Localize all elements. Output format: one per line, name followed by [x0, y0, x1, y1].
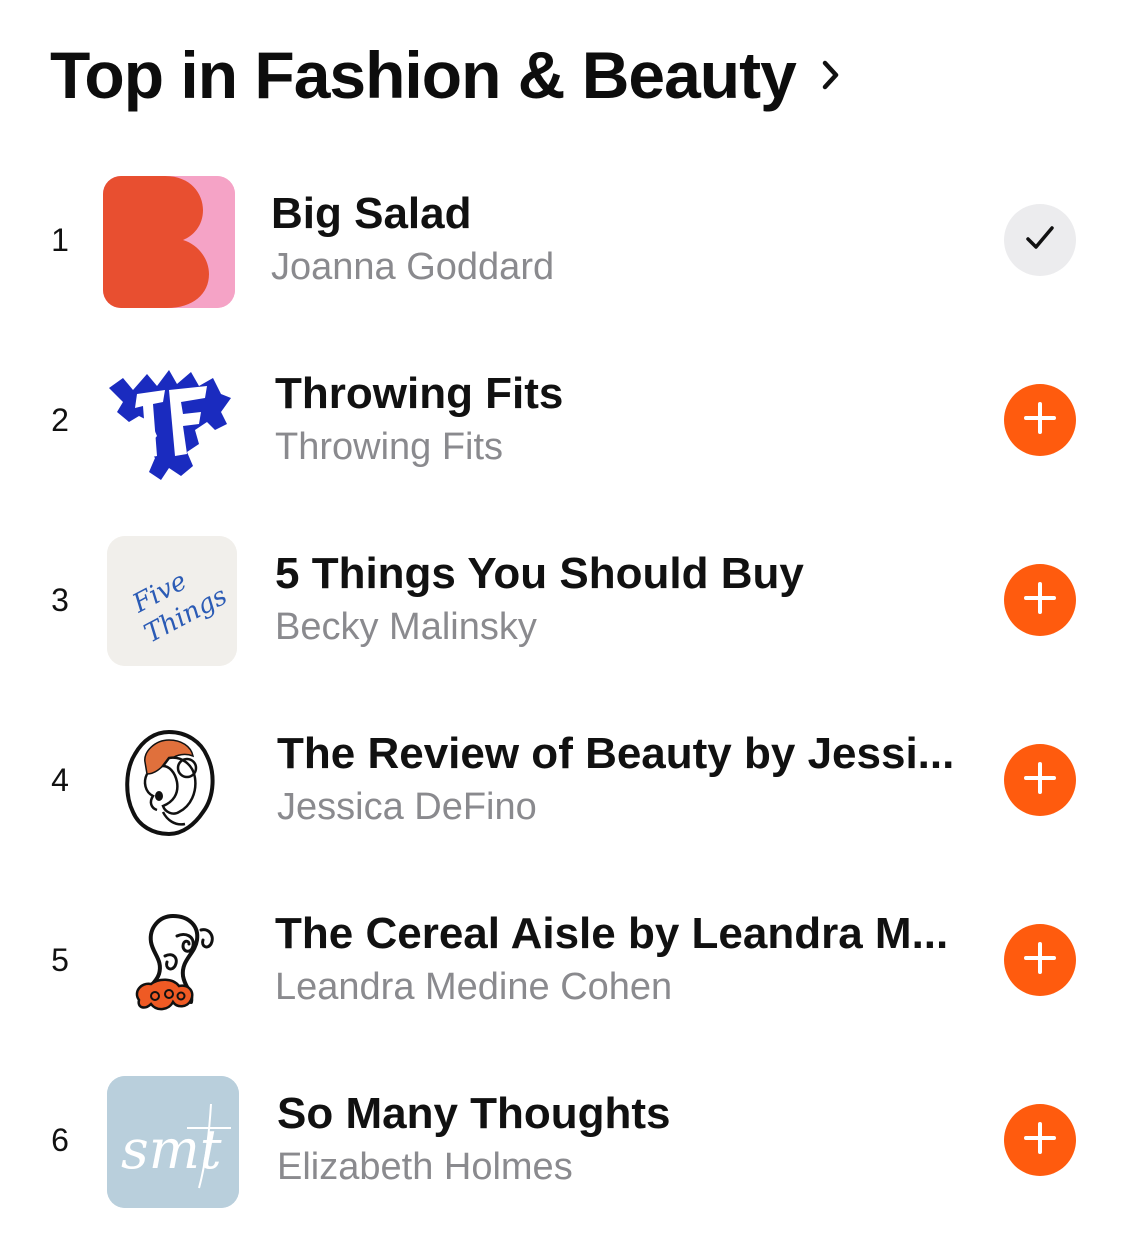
- checkmark-icon: [1022, 220, 1058, 261]
- follow-button[interactable]: [1004, 924, 1076, 996]
- item-text[interactable]: The Cereal Aisle by Leandra M... Leandra…: [275, 870, 975, 1050]
- plus-icon: [1022, 1120, 1058, 1161]
- rank-number: 6: [51, 1121, 69, 1158]
- item-author: Leandra Medine Cohen: [275, 966, 673, 1008]
- item-title: 5 Things You Should Buy: [275, 549, 804, 598]
- plus-icon: [1022, 400, 1058, 441]
- rank-number: 2: [51, 401, 69, 438]
- rank-number: 1: [51, 221, 69, 258]
- item-author: Throwing Fits: [275, 426, 504, 468]
- plus-icon: [1022, 940, 1058, 981]
- podcast-artwork-review-of-beauty[interactable]: [103, 716, 235, 848]
- list-item[interactable]: 4 The Review of Beauty by Jessi... Jessi…: [0, 690, 1125, 870]
- list-item[interactable]: 6 smt So Many Thoughts Elizabeth Holmes: [0, 1050, 1125, 1230]
- list-item[interactable]: 3 Five Things 5 Things You Should Buy Be…: [0, 510, 1125, 690]
- item-text[interactable]: Big Salad Joanna Goddard: [271, 150, 971, 330]
- item-title: The Cereal Aisle by Leandra M...: [275, 909, 949, 958]
- item-author: Elizabeth Holmes: [277, 1146, 573, 1188]
- follow-button[interactable]: [1004, 744, 1076, 816]
- item-text[interactable]: The Review of Beauty by Jessi... Jessica…: [277, 690, 977, 870]
- list-item[interactable]: 2 Throwing Fits Throwing Fits: [0, 330, 1125, 510]
- follow-button[interactable]: [1004, 564, 1076, 636]
- plus-icon: [1022, 760, 1058, 801]
- item-text[interactable]: So Many Thoughts Elizabeth Holmes: [277, 1050, 977, 1230]
- rank-number: 4: [51, 761, 69, 798]
- item-text[interactable]: 5 Things You Should Buy Becky Malinsky: [275, 510, 975, 690]
- plus-icon: [1022, 580, 1058, 621]
- section-header[interactable]: Top in Fashion & Beauty: [50, 30, 848, 120]
- rank-number: 5: [51, 941, 69, 978]
- chevron-right-icon: [822, 55, 848, 95]
- item-author: Jessica DeFino: [277, 786, 537, 828]
- podcast-artwork-throwing-fits[interactable]: [103, 356, 235, 488]
- item-author: Becky Malinsky: [275, 606, 537, 648]
- item-text[interactable]: Throwing Fits Throwing Fits: [275, 330, 975, 510]
- list-item[interactable]: 5 The Cereal Aisle by Leandra M... Leand…: [0, 870, 1125, 1050]
- podcast-artwork-cereal-aisle[interactable]: [103, 896, 235, 1028]
- subscribed-button[interactable]: [1004, 204, 1076, 276]
- podcast-artwork-big-salad[interactable]: [103, 176, 235, 308]
- podcast-artwork-five-things[interactable]: Five Things: [107, 536, 237, 666]
- item-author: Joanna Goddard: [271, 246, 555, 288]
- section-title: Top in Fashion & Beauty: [50, 38, 797, 112]
- item-title: The Review of Beauty by Jessi...: [277, 729, 955, 778]
- list-item[interactable]: 1 Big Salad Joanna Goddard: [0, 150, 1125, 330]
- follow-button[interactable]: [1004, 384, 1076, 456]
- item-title: Throwing Fits: [275, 369, 564, 418]
- podcast-artwork-so-many-thoughts[interactable]: smt: [107, 1076, 239, 1208]
- item-title: Big Salad: [271, 189, 472, 238]
- item-title: So Many Thoughts: [277, 1089, 671, 1138]
- rank-number: 3: [51, 581, 69, 618]
- follow-button[interactable]: [1004, 1104, 1076, 1176]
